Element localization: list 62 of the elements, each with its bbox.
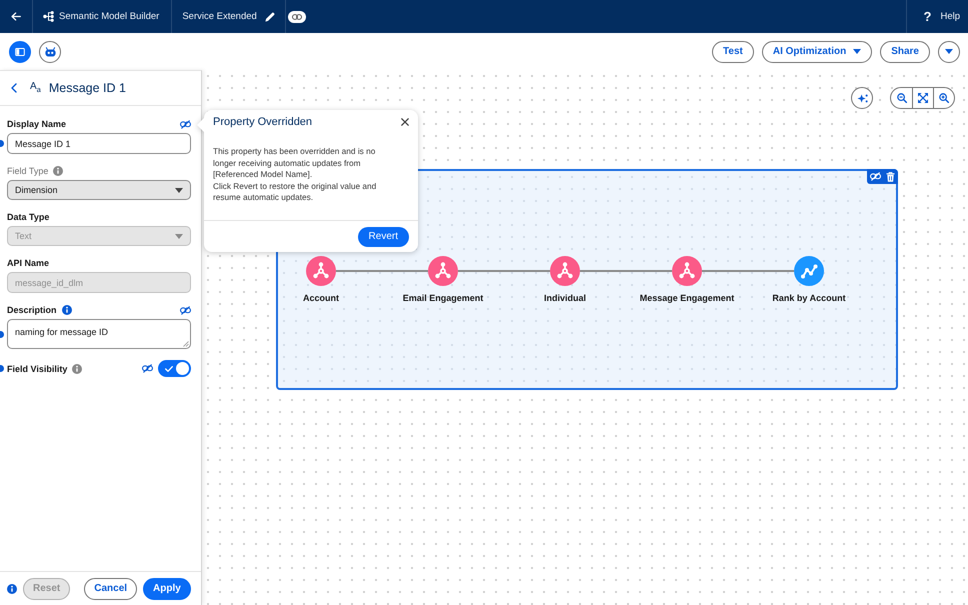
popover-text: Click Revert to restore the original value and resume automatic updates. (213, 180, 378, 204)
link-off-icon[interactable] (142, 364, 153, 373)
popover-title: Property Overridden (213, 116, 312, 128)
resize-grip-icon (183, 341, 189, 347)
field-label: Field Type (7, 166, 48, 176)
field-label: Description (7, 305, 57, 315)
field-label: Data Type (7, 212, 50, 222)
secondary-button[interactable]: Cancel (84, 578, 138, 600)
field-label: Field Visibility (7, 364, 68, 374)
sidebar-icon (15, 48, 25, 56)
close-icon[interactable] (401, 118, 409, 126)
action-button[interactable]: Share (880, 40, 930, 62)
node-label: Email Engagement (402, 293, 484, 303)
caret-down-icon (175, 234, 183, 238)
link-icon (292, 14, 302, 20)
primary-button[interactable]: Apply (143, 578, 191, 600)
help-icon: ? (924, 9, 932, 24)
zoom-out-icon (896, 93, 906, 103)
textarea-field[interactable]: naming for message ID (7, 319, 191, 349)
app-name: Semantic Model Builder (59, 11, 160, 22)
node-label: Rank by Account (772, 293, 846, 303)
toggle-switch[interactable] (158, 360, 191, 377)
caret-down-icon (945, 49, 953, 54)
info-icon (7, 584, 17, 594)
link-off-icon[interactable] (180, 306, 191, 314)
pencil-icon[interactable] (264, 12, 275, 22)
panel-title: Message ID 1 (48, 81, 126, 95)
field-type-glyph: A$_{a}$ (30, 82, 41, 94)
robot-icon (44, 46, 56, 56)
link-button[interactable] (288, 10, 306, 22)
revert-button[interactable]: Revert (358, 226, 409, 246)
hub-node-icon[interactable] (306, 256, 336, 286)
sparkle-button[interactable] (851, 87, 873, 109)
node-label: Individual (544, 293, 586, 303)
field-label: Display Name (7, 119, 66, 129)
trash-icon[interactable] (886, 172, 895, 182)
hub-node-icon[interactable] (672, 256, 702, 286)
robot-button[interactable] (39, 40, 61, 62)
menu-button[interactable]: AI Optimization (762, 40, 872, 62)
zoom-in-icon (939, 93, 949, 103)
check-icon (165, 366, 173, 372)
hierarchy-icon (43, 11, 54, 22)
hub-node-icon[interactable] (428, 256, 458, 286)
caret-down-icon (853, 49, 862, 54)
chevron-left-icon[interactable] (11, 83, 17, 93)
caret-down-icon (175, 188, 183, 192)
popover-text: This property has been overridden and is no longer receiving automatic updates from [Referenced Model Name]. (213, 146, 376, 180)
node-label: Message Engagement (640, 293, 734, 303)
dropdown-field[interactable]: Dimension (7, 180, 191, 200)
hub-node-icon[interactable] (550, 256, 580, 286)
action-button[interactable]: Test (712, 40, 754, 62)
model-name: Service Extended (182, 11, 257, 22)
text-input[interactable]: Message ID 1 (7, 133, 191, 154)
sparkle-icon (856, 92, 868, 104)
field-label: API Name (7, 258, 50, 268)
node-label: Account (303, 293, 339, 303)
trend-node-icon[interactable] (794, 256, 824, 286)
dropdown-button[interactable] (938, 40, 960, 62)
sidebar-toggle-button[interactable] (9, 40, 31, 62)
link-off-icon[interactable] (180, 120, 191, 128)
fit-view-icon (918, 93, 928, 103)
back-arrow-icon[interactable] (11, 12, 21, 21)
